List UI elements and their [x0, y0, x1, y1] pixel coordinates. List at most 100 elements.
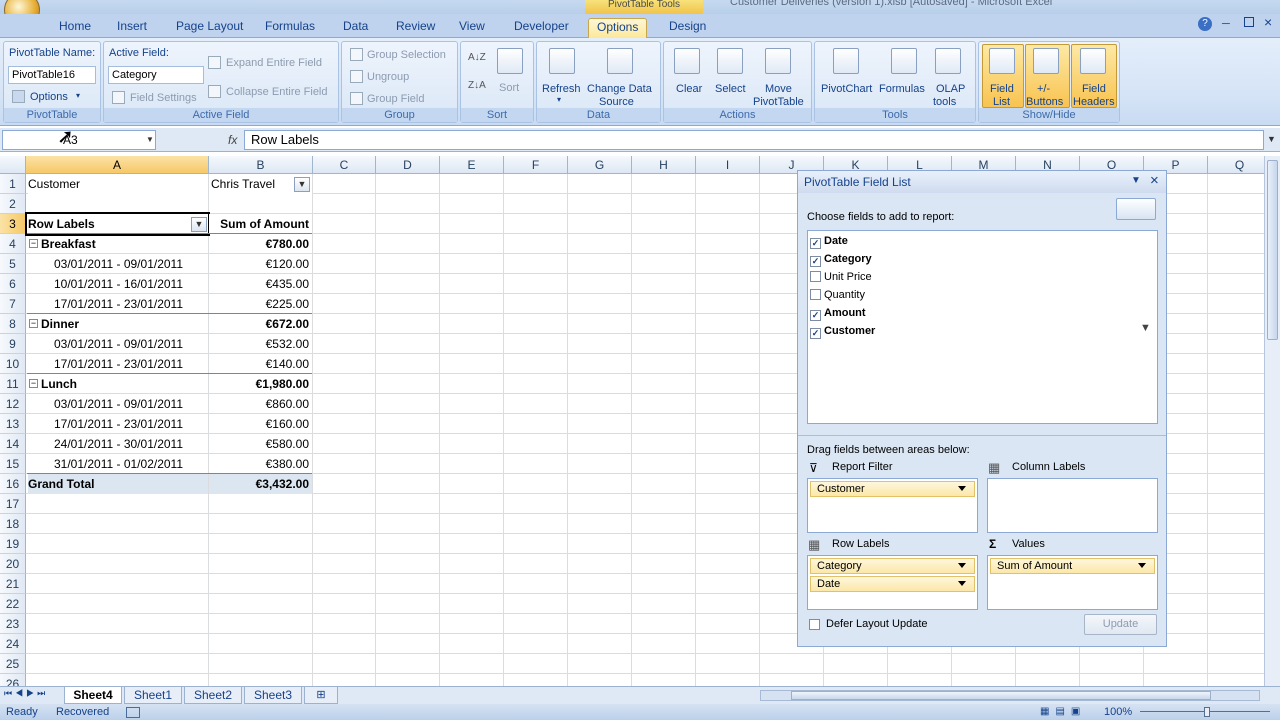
- expand-field-button[interactable]: Expand Entire Field: [226, 57, 322, 69]
- values-area[interactable]: Sum of Amount: [987, 555, 1158, 610]
- insert-sheet-icon[interactable]: ⊞: [304, 687, 338, 704]
- row-header[interactable]: 10: [0, 354, 26, 374]
- clear-button[interactable]: Clear: [676, 83, 702, 95]
- tab-formulas[interactable]: Formulas: [265, 18, 315, 38]
- row-header[interactable]: 3: [0, 214, 26, 234]
- formula-input[interactable]: Row Labels: [244, 130, 1264, 150]
- select-button[interactable]: Select: [715, 83, 746, 95]
- row-chip-category[interactable]: Category: [810, 558, 975, 574]
- defer-checkbox[interactable]: [809, 619, 820, 630]
- ribbon-min-icon[interactable]: ─: [1222, 18, 1230, 30]
- column-header[interactable]: F: [504, 156, 568, 174]
- pane-menu-icon[interactable]: ▼: [1131, 175, 1141, 186]
- pivot-item-label[interactable]: 03/01/2011 - 09/01/2011: [27, 334, 208, 354]
- column-labels-area[interactable]: [987, 478, 1158, 533]
- tab-options[interactable]: Options: [588, 18, 648, 38]
- pivot-item-value[interactable]: €580.00: [209, 434, 312, 454]
- row-header[interactable]: 15: [0, 454, 26, 474]
- pivottable-name-input[interactable]: PivotTable16: [8, 66, 96, 84]
- restore-icon[interactable]: [1244, 17, 1254, 27]
- formulas-button[interactable]: Formulas: [879, 83, 925, 95]
- chevron-down-icon[interactable]: [958, 581, 966, 586]
- column-header[interactable]: C: [313, 156, 376, 174]
- column-header[interactable]: A: [26, 156, 209, 174]
- sheet-nav-icon[interactable]: ⏮◀▶⏭: [4, 688, 48, 699]
- row-header[interactable]: 22: [0, 594, 26, 614]
- sort-az-icon[interactable]: A↓Z: [468, 52, 486, 63]
- filter-label-cell[interactable]: Customer: [28, 174, 208, 194]
- layout-options-button[interactable]: [1116, 198, 1156, 220]
- column-header[interactable]: H: [632, 156, 696, 174]
- grand-total-label[interactable]: Grand Total: [28, 474, 208, 494]
- row-header[interactable]: 17: [0, 494, 26, 514]
- sheet-tab[interactable]: Sheet2: [184, 687, 242, 704]
- help-icon[interactable]: ?: [1198, 17, 1212, 31]
- fx-icon[interactable]: fx: [228, 133, 237, 147]
- scroll-thumb[interactable]: [1267, 160, 1278, 340]
- collapse-toggle-icon[interactable]: −: [29, 319, 38, 328]
- close-pane-icon[interactable]: ×: [1150, 172, 1159, 189]
- grand-total-value[interactable]: €3,432.00: [209, 474, 312, 494]
- pivot-item-label[interactable]: 17/01/2011 - 23/01/2011: [27, 354, 208, 374]
- pivot-item-value[interactable]: €435.00: [209, 274, 312, 294]
- pivot-group-label[interactable]: Dinner: [27, 314, 208, 334]
- pivot-item-value[interactable]: €120.00: [209, 254, 312, 274]
- sort-button[interactable]: Sort: [499, 82, 519, 94]
- olap-button[interactable]: OLAP: [936, 83, 965, 95]
- row-header[interactable]: 19: [0, 534, 26, 554]
- options-button[interactable]: Options: [30, 91, 68, 103]
- pivot-group-label[interactable]: Breakfast: [27, 234, 208, 254]
- row-header[interactable]: 12: [0, 394, 26, 414]
- active-field-input[interactable]: Category: [108, 66, 204, 84]
- vertical-scrollbar[interactable]: [1264, 156, 1280, 686]
- row-header[interactable]: 5: [0, 254, 26, 274]
- pivot-item-value[interactable]: €140.00: [209, 354, 312, 374]
- column-header[interactable]: D: [376, 156, 440, 174]
- field-item[interactable]: Unit Price: [810, 269, 872, 285]
- row-header[interactable]: 24: [0, 634, 26, 654]
- chevron-down-icon[interactable]: [1138, 563, 1146, 568]
- view-buttons-icon[interactable]: ▦▤▣: [1040, 706, 1100, 718]
- pivot-item-value[interactable]: €160.00: [209, 414, 312, 434]
- row-chip-date[interactable]: Date: [810, 576, 975, 592]
- row-labels-header[interactable]: Row Labels: [25, 212, 210, 236]
- splitter[interactable]: [798, 435, 1166, 438]
- move-pivottable-button[interactable]: Move: [765, 83, 792, 95]
- row-header[interactable]: 20: [0, 554, 26, 574]
- tab-review[interactable]: Review: [396, 18, 435, 38]
- row-header[interactable]: 9: [0, 334, 26, 354]
- row-header[interactable]: 6: [0, 274, 26, 294]
- field-item[interactable]: Quantity: [810, 287, 865, 303]
- row-header[interactable]: 21: [0, 574, 26, 594]
- row-header[interactable]: 8: [0, 314, 26, 334]
- h-scroll-thumb[interactable]: [791, 691, 1211, 700]
- row-header[interactable]: 4: [0, 234, 26, 254]
- row-header[interactable]: 1: [0, 174, 26, 194]
- tab-view[interactable]: View: [459, 18, 485, 38]
- tab-page-layout[interactable]: Page Layout: [176, 18, 243, 38]
- field-checkbox[interactable]: [810, 289, 821, 300]
- pivotchart-button[interactable]: PivotChart: [821, 83, 872, 95]
- update-button[interactable]: Update: [1084, 614, 1157, 635]
- zoom-thumb[interactable]: [1204, 707, 1210, 717]
- tab-home[interactable]: Home: [59, 18, 91, 38]
- collapse-field-button[interactable]: Collapse Entire Field: [226, 86, 328, 98]
- row-header[interactable]: 2: [0, 194, 26, 214]
- pivot-item-label[interactable]: 17/01/2011 - 23/01/2011: [27, 414, 208, 434]
- sheet-tab[interactable]: Sheet1: [124, 687, 182, 704]
- sort-za-icon[interactable]: Z↓A: [468, 80, 486, 91]
- tab-insert[interactable]: Insert: [117, 18, 147, 38]
- row-header[interactable]: 13: [0, 414, 26, 434]
- column-header[interactable]: E: [440, 156, 504, 174]
- pivot-item-value[interactable]: €860.00: [209, 394, 312, 414]
- column-header[interactable]: I: [696, 156, 760, 174]
- close-icon[interactable]: ×: [1264, 14, 1272, 30]
- filter-chip-customer[interactable]: Customer: [810, 481, 975, 497]
- field-checkbox[interactable]: ✓: [810, 256, 821, 267]
- pivot-item-label[interactable]: 03/01/2011 - 09/01/2011: [27, 254, 208, 274]
- pivot-item-label[interactable]: 03/01/2011 - 09/01/2011: [27, 394, 208, 414]
- refresh-button[interactable]: Refresh: [542, 83, 581, 95]
- row-header[interactable]: 26: [0, 674, 26, 686]
- row-labels-dropdown-icon[interactable]: ▼: [191, 217, 207, 232]
- row-header[interactable]: 11: [0, 374, 26, 394]
